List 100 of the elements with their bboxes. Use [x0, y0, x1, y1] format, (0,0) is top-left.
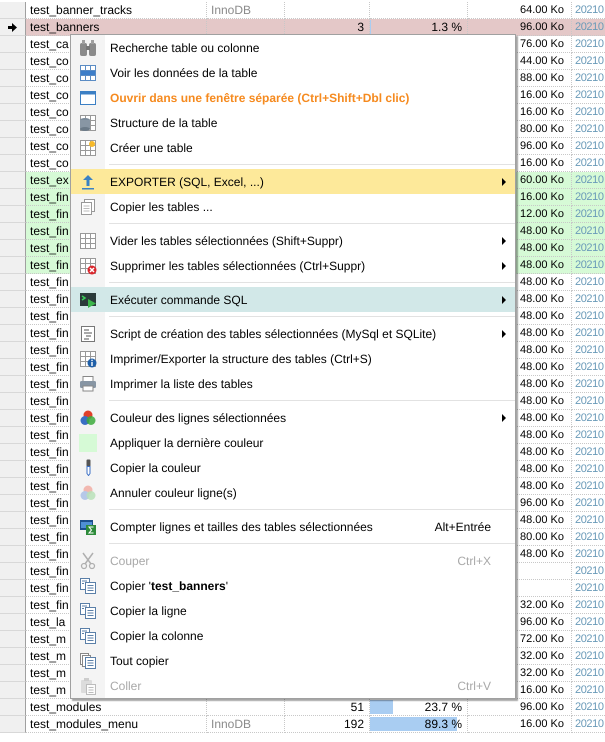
- table-cell: 20210: [575, 650, 604, 662]
- table-cell: 20210: [575, 72, 604, 84]
- menu-item[interactable]: Copier 'test_banners': [71, 573, 515, 598]
- table-cell: 20210: [575, 21, 604, 33]
- table-cell: 12.00 Ko: [520, 208, 564, 220]
- table-cell: 48.00 Ko: [520, 293, 564, 305]
- table-cell: 32.00 Ko: [520, 667, 564, 679]
- table-cell: 44.00 Ko: [520, 55, 564, 67]
- menu-item[interactable]: Exécuter commande SQL: [71, 287, 515, 312]
- menu-item[interactable]: Copier la ligne: [71, 598, 515, 623]
- table-cell: 48.00 Ko: [520, 276, 564, 288]
- table-cell: 20210: [575, 106, 604, 118]
- menu-item[interactable]: Compter lignes et tailles des tables sélectionnées Alt+Entrée: [71, 514, 515, 539]
- table-cell: 96.00 Ko: [520, 497, 564, 509]
- binoculars-icon: [79, 38, 97, 56]
- table-cell: 20210: [575, 140, 604, 152]
- menu-item[interactable]: Copier les tables ...: [71, 194, 515, 219]
- copy-all-icon: [79, 652, 97, 670]
- menu-item[interactable]: Créer une table: [71, 135, 515, 160]
- table-cell: test_fin: [30, 224, 69, 238]
- table-cell: 96.00 Ko: [520, 701, 564, 713]
- table-row[interactable]: test_banners 3 1.3 % 96.00 Ko 20210: [0, 19, 605, 36]
- table-cell: 20210: [575, 684, 604, 696]
- table-cell: test_fin: [30, 513, 69, 527]
- table-cell: 23.7 %: [424, 699, 462, 715]
- table-cell: 20210: [575, 191, 604, 203]
- menu-item[interactable]: Tout copier: [71, 648, 515, 673]
- table-cell: test_fin: [30, 343, 69, 357]
- table-row[interactable]: test_modules_menu InnoDB 192 89.3 % 16.00 Ko 20210: [0, 716, 605, 733]
- table-cell: 16.00 Ko: [520, 89, 564, 101]
- menu-item[interactable]: Imprimer/Exporter la structure des tables (Ctrl+S): [71, 346, 515, 371]
- table-row[interactable]: test_banner_tracks InnoDB 64.00 Ko 20210: [0, 2, 605, 19]
- table-cell: 96.00 Ko: [520, 616, 564, 628]
- table-cell: test_banner_tracks: [30, 3, 132, 17]
- table-cell: 48.00 Ko: [520, 361, 564, 373]
- table-cell: test_m: [30, 632, 66, 646]
- table-cell: 20210: [575, 361, 604, 373]
- table-cell: test_ca: [30, 37, 69, 51]
- printer-icon: [79, 374, 97, 392]
- table-cell: 32.00 Ko: [520, 650, 564, 662]
- table-cell: test_fin: [30, 530, 69, 544]
- table-cell: test_fin: [30, 496, 69, 510]
- table-cell: InnoDB: [211, 3, 252, 17]
- table-cell: test_co: [30, 71, 69, 85]
- menu-item[interactable]: EXPORTER (SQL, Excel, ...): [71, 169, 515, 194]
- table-cell: test_fin: [30, 326, 69, 340]
- table-cell: 20210: [575, 429, 604, 441]
- table-cell: 20210: [575, 633, 604, 645]
- table-cell: 60.00 Ko: [520, 174, 564, 186]
- menu-item[interactable]: Appliquer la dernière couleur: [71, 430, 515, 455]
- table-cell: test_m: [30, 666, 66, 680]
- table-cell: 192: [344, 717, 364, 731]
- table-star-icon: [79, 138, 97, 156]
- menu-item[interactable]: Structure de la table: [71, 110, 515, 135]
- table-cell: 51: [350, 700, 364, 714]
- menu-item[interactable]: Copier la couleur: [71, 455, 515, 480]
- menu-item[interactable]: Annuler couleur ligne(s): [71, 480, 515, 505]
- grid-info-icon: [79, 350, 97, 368]
- table-cell: test_co: [30, 139, 69, 153]
- table-cell: 16.00 Ko: [520, 191, 564, 203]
- menu-item[interactable]: Vider les tables sélectionnées (Shift+Suppr): [71, 228, 515, 253]
- table-cell: 48.00 Ko: [520, 242, 564, 254]
- table-cell: 20210: [575, 276, 604, 288]
- table-cell: 20210: [575, 344, 604, 356]
- table-cell: 20210: [575, 497, 604, 509]
- table-cell: 48.00 Ko: [520, 463, 564, 475]
- table-cell: 48.00 Ko: [520, 429, 564, 441]
- table-cell: 20210: [575, 157, 604, 169]
- table-cell: 20210: [575, 531, 604, 543]
- table-cell: 1.3 %: [431, 19, 462, 35]
- table-cell: test_fin: [30, 445, 69, 459]
- menu-item[interactable]: Supprimer les tables sélectionnées (Ctrl+Suppr): [71, 253, 515, 278]
- table-cell: test_co: [30, 105, 69, 119]
- table-cell: test_fin: [30, 394, 69, 408]
- table-cell: 16.00 Ko: [520, 106, 564, 118]
- menu-item[interactable]: Copier la colonne: [71, 623, 515, 648]
- menu-item[interactable]: Script de création des tables sélectionnées (MySql et SQLite): [71, 321, 515, 346]
- table-cell: 48.00 Ko: [520, 446, 564, 458]
- table-cell: 20210: [575, 38, 604, 50]
- table-cell: test_ex: [30, 173, 69, 187]
- table-cell: 20210: [575, 446, 604, 458]
- menu-item[interactable]: Imprimer la liste des tables: [71, 371, 515, 396]
- table-cell: 20210: [575, 582, 604, 594]
- terminal-icon: [79, 290, 97, 308]
- table-cell: test_banners: [30, 20, 100, 34]
- table-cell: 96.00 Ko: [520, 21, 564, 33]
- documents-icon: [79, 198, 97, 216]
- table-row[interactable]: test_modules 51 23.7 % 96.00 Ko 20210: [0, 699, 605, 716]
- table-cell: 89.3 %: [424, 716, 462, 732]
- color-swatch-icon: [79, 434, 97, 452]
- upload-arrow-icon: [79, 172, 97, 190]
- menu-item[interactable]: Couleur des lignes sélectionnées: [71, 405, 515, 430]
- table-cell: test_m: [30, 683, 66, 697]
- database-icon: [79, 114, 97, 132]
- menu-item[interactable]: Recherche table ou colonne: [71, 35, 515, 60]
- table-cell: test_fin: [30, 411, 69, 425]
- menu-item[interactable]: Voir les données de la table: [71, 60, 515, 85]
- table-cell: 20210: [575, 4, 604, 16]
- table-cell: 48.00 Ko: [520, 225, 564, 237]
- table-cell: test_co: [30, 156, 69, 170]
